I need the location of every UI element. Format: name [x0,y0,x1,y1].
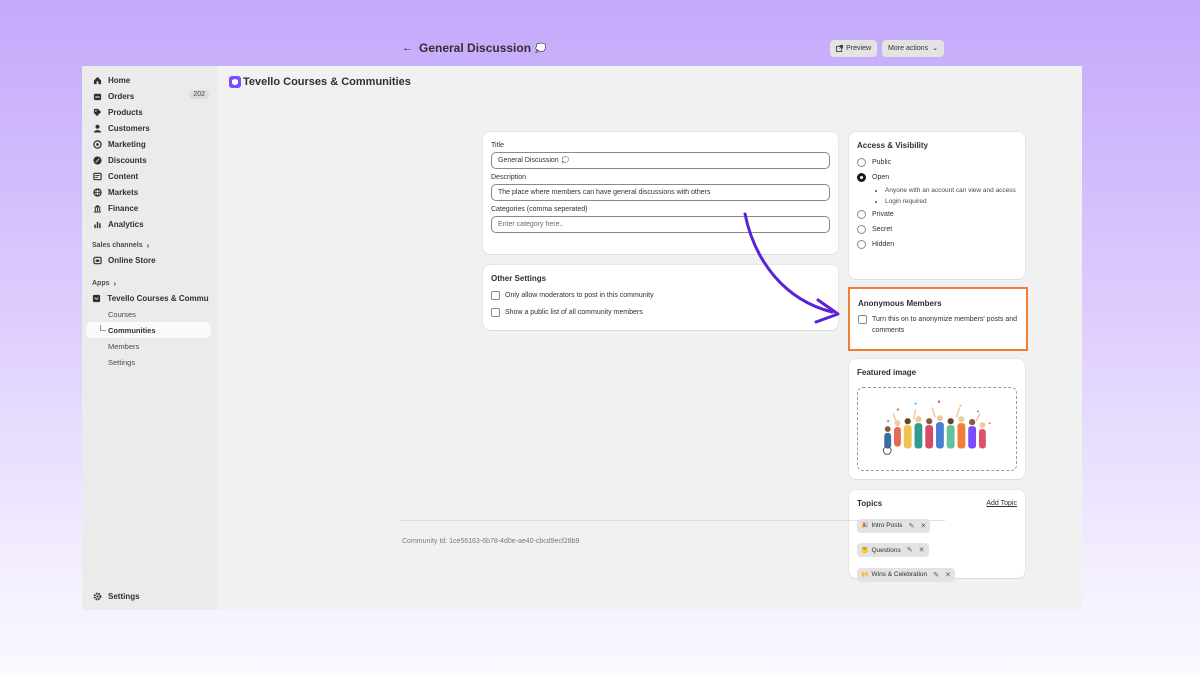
annotation-arrow [743,212,840,324]
